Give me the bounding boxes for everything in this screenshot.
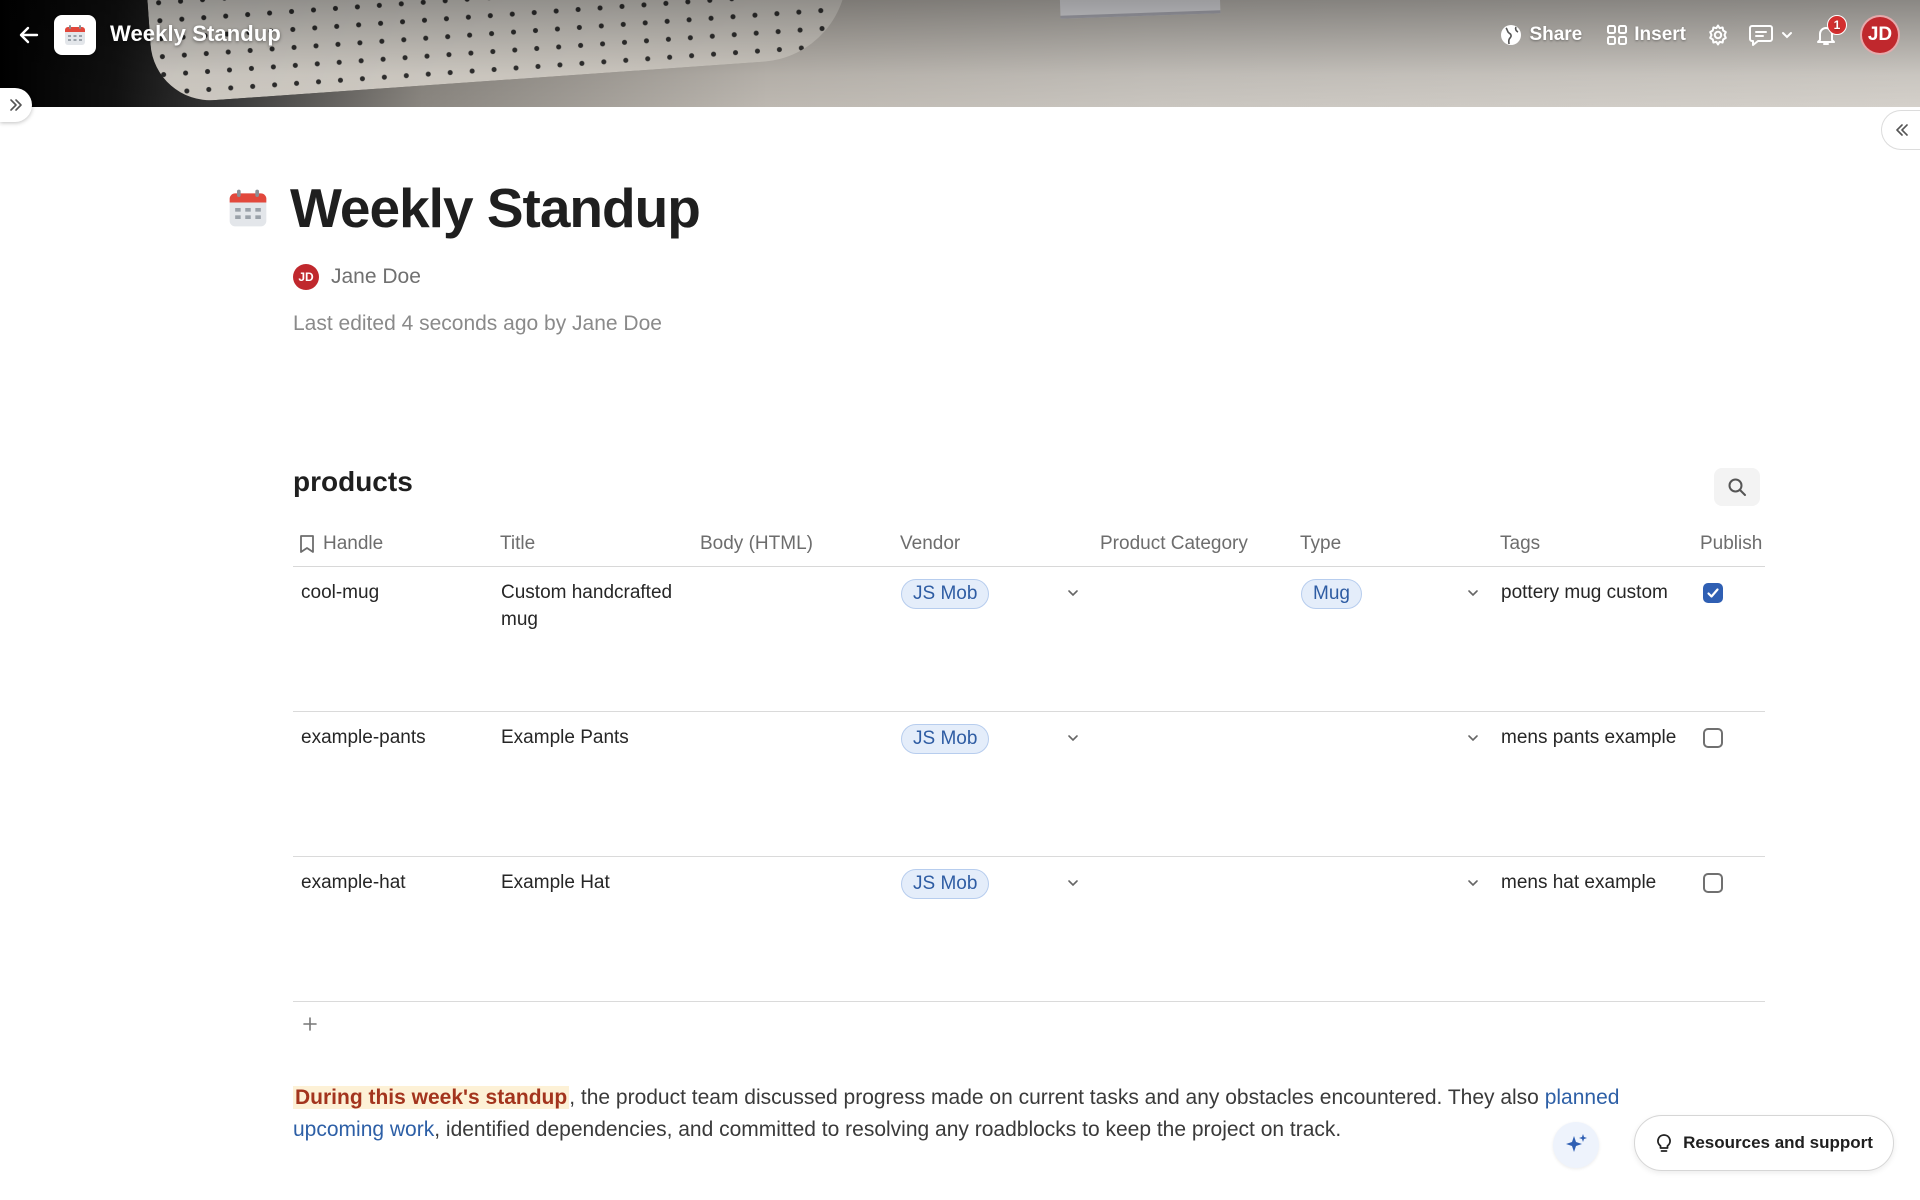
vendor-pill[interactable]: JS Mob xyxy=(901,724,990,754)
comment-icon xyxy=(1749,25,1773,46)
share-button[interactable]: Share xyxy=(1499,23,1582,47)
type-dropdown-chevron-icon[interactable] xyxy=(1465,875,1481,891)
checkmark-icon xyxy=(1707,588,1719,598)
top-bar: Weekly Standup Share Insert 1 JD xyxy=(0,0,1920,68)
column-header-published[interactable]: Publish xyxy=(1700,522,1762,566)
vendor-dropdown-chevron-icon[interactable] xyxy=(1065,730,1081,746)
insert-button[interactable]: Insert xyxy=(1606,24,1686,46)
expand-right-panel-button[interactable] xyxy=(1881,110,1920,150)
plus-icon xyxy=(303,1017,317,1031)
doc-icon-button[interactable] xyxy=(54,15,96,55)
cell-tags[interactable]: mens hat example xyxy=(1501,869,1656,896)
published-checkbox[interactable] xyxy=(1703,728,1723,748)
type-dropdown-chevron-icon[interactable] xyxy=(1465,585,1481,601)
paragraph-text: , the product team discussed progress ma… xyxy=(569,1086,1545,1109)
sparkle-icon xyxy=(1566,1134,1587,1152)
table-search-button[interactable] xyxy=(1714,468,1760,506)
cell-type[interactable] xyxy=(1301,869,1451,896)
author-name: Jane Doe xyxy=(331,265,421,288)
table-row: example-pants Example Pants JS Mob mens … xyxy=(293,712,1765,857)
published-checkbox[interactable] xyxy=(1703,873,1723,893)
cell-body[interactable] xyxy=(701,869,891,896)
vendor-pill[interactable]: JS Mob xyxy=(901,579,990,609)
insert-label: Insert xyxy=(1634,24,1686,45)
highlighted-text: During this week's standup xyxy=(293,1086,570,1109)
top-actions: Share Insert 1 JD xyxy=(1499,14,1900,56)
author[interactable]: JD Jane Doe xyxy=(293,264,421,290)
lightbulb-icon xyxy=(1657,1134,1671,1152)
cell-handle[interactable]: example-hat xyxy=(301,869,406,896)
chevron-down-icon xyxy=(1782,32,1792,39)
cell-title[interactable]: Custom handcrafted mug xyxy=(501,579,691,633)
resources-support-button[interactable]: Resources and support xyxy=(1634,1115,1894,1171)
cell-body[interactable] xyxy=(701,579,891,606)
type-pill[interactable]: Mug xyxy=(1301,579,1362,609)
notifications-button[interactable]: 1 xyxy=(1814,15,1847,47)
column-header-handle[interactable]: Handle xyxy=(299,522,383,566)
notification-badge: 1 xyxy=(1827,15,1847,35)
user-avatar[interactable]: JD xyxy=(1860,15,1900,55)
column-header-product-category[interactable]: Product Category xyxy=(1100,522,1248,566)
share-globe-icon xyxy=(1501,25,1522,45)
bookmark-icon xyxy=(300,535,314,553)
author-avatar: JD xyxy=(293,264,319,290)
calendar-icon xyxy=(229,189,267,227)
back-button[interactable] xyxy=(14,20,44,50)
cell-title[interactable]: Example Hat xyxy=(501,869,691,896)
type-dropdown-chevron-icon[interactable] xyxy=(1465,730,1481,746)
doc-title[interactable]: Weekly Standup xyxy=(110,21,281,47)
vendor-dropdown-chevron-icon[interactable] xyxy=(1065,875,1081,891)
page-calendar-icon[interactable] xyxy=(226,186,270,235)
cell-body[interactable] xyxy=(701,724,891,751)
published-checkbox[interactable] xyxy=(1703,583,1723,603)
cell-product-category[interactable] xyxy=(1101,579,1291,606)
cell-handle[interactable]: cool-mug xyxy=(301,579,379,606)
cell-handle[interactable]: example-pants xyxy=(301,724,426,751)
body-paragraph[interactable]: During this week's standup, the product … xyxy=(293,1082,1633,1146)
resources-label: Resources and support xyxy=(1683,1133,1873,1152)
settings-button[interactable] xyxy=(1706,23,1730,47)
add-row-button[interactable] xyxy=(296,1010,324,1038)
column-header-tags[interactable]: Tags xyxy=(1500,522,1540,566)
column-header-vendor[interactable]: Vendor xyxy=(900,522,960,566)
insert-grid-icon xyxy=(1607,25,1628,45)
cell-title[interactable]: Example Pants xyxy=(501,724,691,751)
expand-sidebar-button[interactable] xyxy=(0,88,32,122)
back-arrow-icon xyxy=(19,26,39,44)
search-icon xyxy=(1728,478,1746,496)
table-title[interactable]: products xyxy=(293,466,413,498)
table-row: example-hat Example Hat JS Mob mens hat … xyxy=(293,857,1765,1002)
column-header-label: Handle xyxy=(323,533,384,554)
cell-product-category[interactable] xyxy=(1101,869,1291,896)
products-table: Handle Title Body (HTML) Vendor Product … xyxy=(293,522,1765,1004)
cell-product-category[interactable] xyxy=(1101,724,1291,751)
vendor-pill[interactable]: JS Mob xyxy=(901,869,990,899)
share-label: Share xyxy=(1529,24,1583,45)
comments-button[interactable] xyxy=(1748,23,1794,47)
column-header-type[interactable]: Type xyxy=(1300,522,1341,566)
column-header-title[interactable]: Title xyxy=(500,522,535,566)
paragraph-text: , identified dependencies, and committed… xyxy=(434,1118,1342,1141)
double-chevron-right-icon xyxy=(10,99,22,111)
ai-assistant-button[interactable] xyxy=(1553,1122,1599,1168)
calendar-icon xyxy=(65,25,85,45)
column-header-body[interactable]: Body (HTML) xyxy=(700,522,813,566)
table-row: cool-mug Custom handcrafted mug JS Mob M… xyxy=(293,567,1765,712)
vendor-dropdown-chevron-icon[interactable] xyxy=(1065,585,1081,601)
double-chevron-left-icon xyxy=(1895,124,1908,136)
last-edited: Last edited 4 seconds ago by Jane Doe xyxy=(293,312,662,335)
cell-tags[interactable]: mens pants example xyxy=(1501,724,1676,751)
cell-tags[interactable]: pottery mug custom xyxy=(1501,579,1668,606)
cell-type[interactable] xyxy=(1301,724,1451,751)
page-title[interactable]: Weekly Standup xyxy=(290,176,701,240)
gear-icon xyxy=(1709,24,1727,46)
